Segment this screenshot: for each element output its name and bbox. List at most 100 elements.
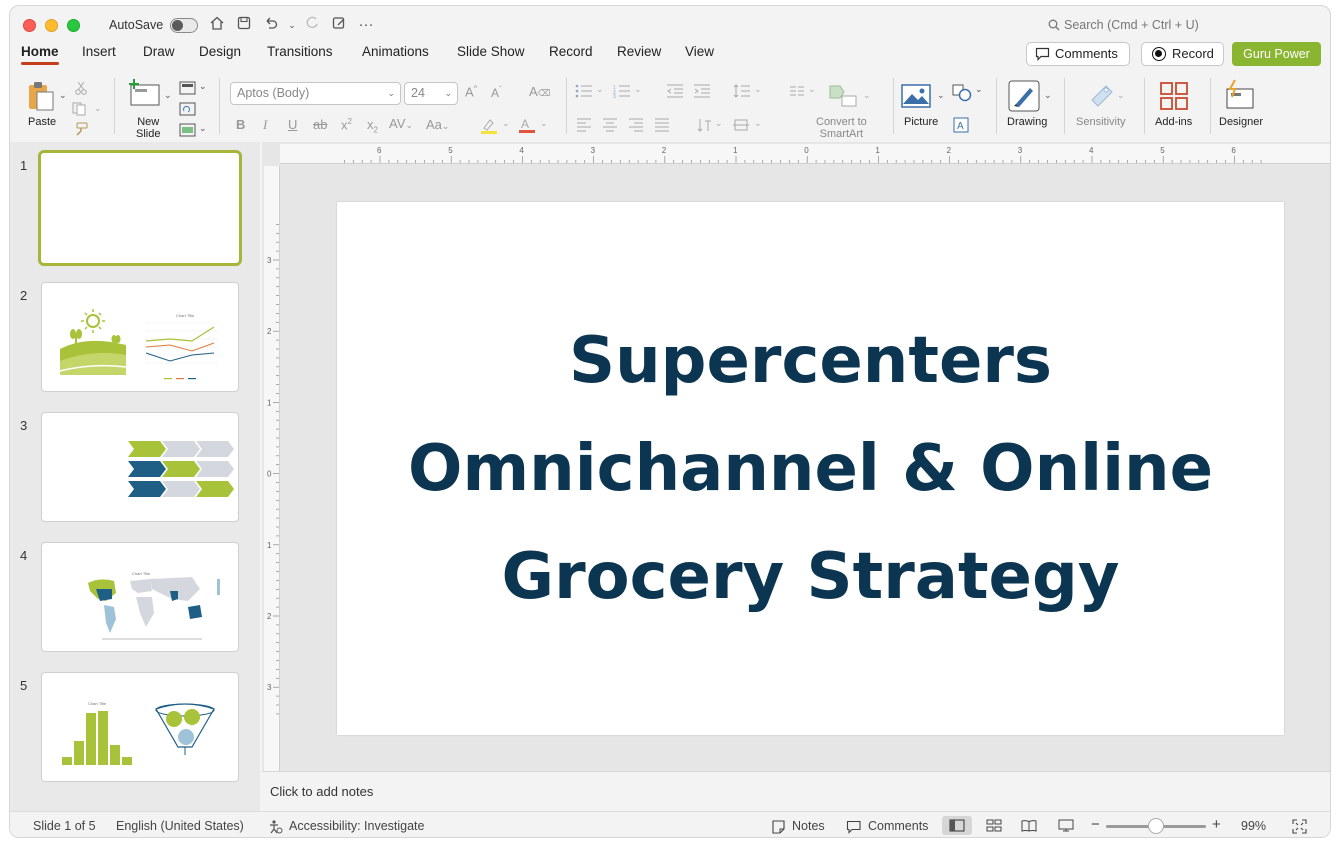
slide-title[interactable]: Supercenters Omnichannel & Online Grocer… <box>337 307 1284 631</box>
line-spacing-icon[interactable] <box>733 84 751 98</box>
slide-thumbnail-1[interactable] <box>38 150 242 266</box>
layout-dropdown-icon[interactable]: ⌄ <box>199 81 207 92</box>
minimize-window-button[interactable] <box>45 19 58 32</box>
bold-icon[interactable]: B <box>236 117 245 132</box>
add-ins-icon[interactable] <box>1159 81 1189 111</box>
slideshow-view-button[interactable] <box>1051 816 1081 835</box>
underline-icon[interactable]: U <box>288 117 297 132</box>
slide-sorter-button[interactable] <box>979 816 1009 835</box>
zoom-level[interactable]: 99% <box>1241 819 1266 833</box>
superscript-icon[interactable]: x2 <box>341 117 352 132</box>
bullets-dropdown-icon[interactable]: ⌄ <box>596 84 604 95</box>
tab-animations[interactable]: Animations <box>362 44 429 65</box>
sensitivity-icon[interactable] <box>1086 80 1116 110</box>
notes-pane[interactable]: Click to add notes <box>262 771 1330 811</box>
text-direction-icon[interactable] <box>696 117 712 133</box>
change-case-icon[interactable]: Aa⌄ <box>426 117 449 132</box>
tab-draw[interactable]: Draw <box>143 44 175 65</box>
align-right-icon[interactable] <box>628 118 644 132</box>
slide-thumbnail-5[interactable]: Chart Title <box>41 672 239 782</box>
slide-thumbnail-4[interactable]: Chart Title <box>41 542 239 652</box>
decrease-font-icon[interactable]: Aˇ <box>491 85 502 100</box>
zoom-slider-handle[interactable] <box>1148 818 1164 834</box>
text-direction-dropdown-icon[interactable]: ⌄ <box>715 118 723 129</box>
smartart-dropdown-icon[interactable]: ⌄ <box>863 90 871 101</box>
tab-review[interactable]: Review <box>617 44 661 65</box>
home-icon[interactable] <box>207 15 227 35</box>
comments-button[interactable]: Comments <box>1026 42 1130 66</box>
align-text-dropdown-icon[interactable]: ⌄ <box>754 118 762 129</box>
increase-font-icon[interactable]: A^ <box>465 84 477 99</box>
section-dropdown-icon[interactable]: ⌄ <box>199 123 207 134</box>
language-indicator[interactable]: English (United States) <box>116 819 244 833</box>
new-slide-icon[interactable] <box>127 78 161 108</box>
drawing-dropdown-icon[interactable]: ⌄ <box>1044 90 1052 101</box>
slide-canvas[interactable]: Supercenters Omnichannel & Online Grocer… <box>337 202 1284 735</box>
subscript-icon[interactable]: x2 <box>367 117 378 135</box>
picture-icon[interactable] <box>901 84 931 108</box>
slide-thumbnail-2[interactable]: Chart Title <box>41 282 239 392</box>
cut-icon[interactable] <box>74 81 88 95</box>
columns-icon[interactable] <box>789 85 805 97</box>
justify-icon[interactable] <box>654 118 670 132</box>
notes-toggle[interactable]: Notes <box>792 819 825 833</box>
italic-icon[interactable]: I <box>263 117 267 133</box>
fit-to-window-icon[interactable] <box>1292 819 1307 834</box>
zoom-window-button[interactable] <box>67 19 80 32</box>
font-name-select[interactable]: Aptos (Body) ⌄ <box>230 82 401 105</box>
normal-view-button[interactable] <box>942 816 972 835</box>
slide-thumbnail-3[interactable] <box>41 412 239 522</box>
text-box-icon[interactable]: A <box>953 117 969 133</box>
tab-view[interactable]: View <box>685 44 714 65</box>
comments-toggle[interactable]: Comments <box>868 819 928 833</box>
tab-design[interactable]: Design <box>199 44 241 65</box>
clear-formatting-icon[interactable]: A⌫ <box>529 84 550 99</box>
align-center-icon[interactable] <box>602 118 618 132</box>
copy-icon[interactable] <box>72 102 88 116</box>
tab-home[interactable]: Home <box>21 44 59 65</box>
strikethrough-icon[interactable]: ab <box>313 117 327 132</box>
accessibility-status[interactable]: Accessibility: Investigate <box>289 819 424 833</box>
save-icon[interactable] <box>234 15 254 35</box>
quick-access-icon[interactable] <box>329 15 349 35</box>
record-button[interactable]: Record <box>1141 42 1224 66</box>
copy-dropdown-icon[interactable]: ⌄ <box>94 103 102 114</box>
tab-transitions[interactable]: Transitions <box>267 44 333 65</box>
layout-icon[interactable] <box>179 81 197 95</box>
designer-icon[interactable] <box>1223 79 1257 111</box>
reset-slide-icon[interactable] <box>179 102 197 116</box>
section-icon[interactable] <box>179 123 197 137</box>
numbering-icon[interactable]: 123 <box>613 84 631 98</box>
line-spacing-dropdown-icon[interactable]: ⌄ <box>754 84 762 95</box>
bullets-icon[interactable] <box>575 84 593 98</box>
increase-indent-icon[interactable] <box>693 84 711 98</box>
more-icon[interactable]: ··· <box>356 15 376 35</box>
zoom-in-button[interactable]: + <box>1212 816 1221 833</box>
format-painter-icon[interactable] <box>72 122 88 136</box>
highlight-dropdown-icon[interactable]: ⌄ <box>502 118 510 129</box>
align-text-icon[interactable] <box>732 117 750 133</box>
search-box[interactable]: Search (Cmd + Ctrl + U) <box>1048 18 1199 32</box>
close-window-button[interactable] <box>23 19 36 32</box>
shapes-dropdown-icon[interactable]: ⌄ <box>975 84 983 95</box>
font-color-dropdown-icon[interactable]: ⌄ <box>540 118 548 129</box>
undo-icon[interactable] <box>261 15 281 35</box>
reading-view-button[interactable] <box>1014 816 1044 835</box>
shapes-icon[interactable] <box>952 84 972 102</box>
paste-icon[interactable] <box>26 80 56 112</box>
columns-dropdown-icon[interactable]: ⌄ <box>808 84 816 95</box>
tab-slide-show[interactable]: Slide Show <box>457 44 525 65</box>
font-color-icon[interactable]: A <box>518 117 536 134</box>
tab-insert[interactable]: Insert <box>82 44 116 65</box>
numbering-dropdown-icon[interactable]: ⌄ <box>634 84 642 95</box>
decrease-indent-icon[interactable] <box>666 84 684 98</box>
highlight-icon[interactable] <box>480 118 498 134</box>
font-size-select[interactable]: 24 ⌄ <box>404 82 458 105</box>
align-left-icon[interactable] <box>576 118 592 132</box>
guru-power-button[interactable]: Guru Power <box>1232 42 1321 66</box>
drawing-icon[interactable] <box>1008 80 1040 112</box>
new-slide-dropdown-icon[interactable]: ⌄ <box>164 90 172 101</box>
picture-dropdown-icon[interactable]: ⌄ <box>937 90 945 101</box>
smartart-icon[interactable] <box>828 82 858 108</box>
undo-dropdown-icon[interactable]: ⌄ <box>282 15 302 35</box>
